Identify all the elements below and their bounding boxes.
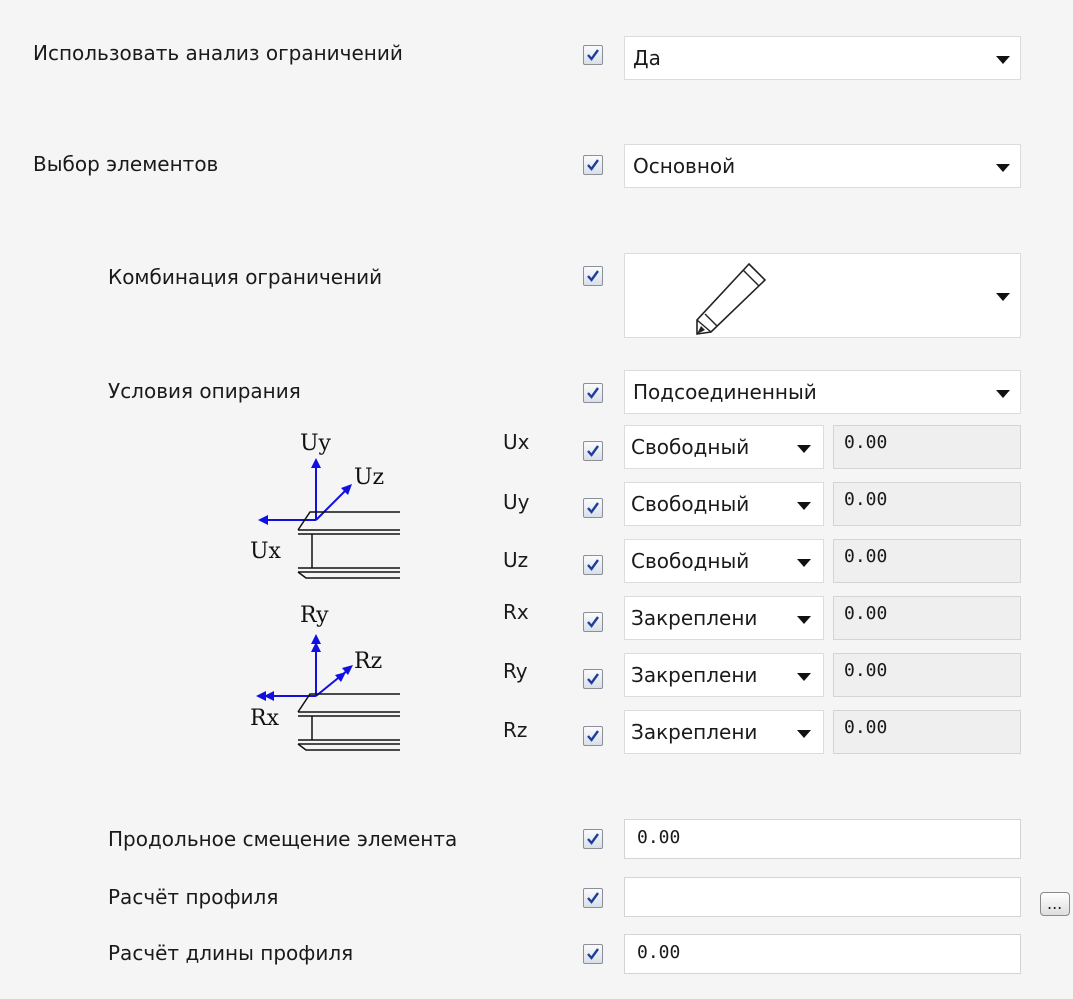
dof-ry-condition-select[interactable]: Закреплени [624,653,824,697]
translation-axes-diagram: Uy Uz Ux [250,431,400,579]
dof-ux-condition-select[interactable]: Свободный [624,425,824,469]
diagram-rx-label: Rx [250,706,280,731]
profile-length-calc-input[interactable]: 0.00 [624,934,1021,974]
chevron-down-icon [797,502,811,510]
dof-ux-checkbox[interactable] [583,441,603,461]
element-selection-dropdown[interactable]: Основной [624,144,1021,188]
check-icon [587,445,599,457]
profile-calc-label: Расчёт профиля [108,885,279,909]
dof-ux-value-text: 0.00 [844,432,888,453]
chevron-down-icon [996,164,1010,172]
dof-uz-value-text: 0.00 [844,546,888,567]
element-selection-checkbox[interactable] [583,155,603,175]
profile-calc-input[interactable] [624,877,1021,917]
dof-rz-label: Rz [503,718,528,742]
check-icon [587,948,599,960]
support-conditions-label: Условия опирания [108,379,301,403]
dof-rx-checkbox[interactable] [583,612,603,632]
chevron-down-icon [797,559,811,567]
longitudinal-offset-checkbox[interactable] [583,829,603,849]
support-conditions-dropdown[interactable]: Подсоединенный [624,370,1021,414]
dof-uz-value: 0.00 [833,539,1021,583]
use-analysis-value: Да [633,46,661,70]
ellipsis-icon: ... [1047,894,1063,913]
chevron-down-icon [797,445,811,453]
dof-uy-checkbox[interactable] [583,498,603,518]
profile-length-calc-value: 0.00 [637,942,681,963]
dof-uz-checkbox[interactable] [583,555,603,575]
use-analysis-dropdown[interactable]: Да [624,36,1021,80]
check-icon [587,49,599,61]
longitudinal-offset-label: Продольное смещение элемента [108,827,458,851]
chevron-down-icon [996,293,1010,301]
diagram-ry-label: Ry [300,603,329,628]
check-icon [587,502,599,514]
dof-ry-checkbox[interactable] [583,669,603,689]
check-icon [587,730,599,742]
support-conditions-checkbox[interactable] [583,383,603,403]
support-conditions-value: Подсоединенный [633,380,817,404]
chevron-down-icon [797,616,811,624]
dof-uy-condition-select[interactable]: Свободный [624,482,824,526]
chevron-down-icon [996,56,1010,64]
check-icon [587,270,599,282]
profile-browse-button[interactable]: ... [1040,892,1070,916]
dof-uy-value: 0.00 [833,482,1021,526]
chevron-down-icon [996,390,1010,398]
longitudinal-offset-value: 0.00 [637,827,681,848]
check-icon [587,159,599,171]
dof-ux-label: Ux [503,430,530,454]
restraint-combination-dropdown[interactable] [624,253,1021,338]
use-analysis-label: Использовать анализ ограничений [33,41,403,65]
diagram-ux-label: Ux [250,539,282,564]
profile-length-calc-label: Расчёт длины профиля [108,941,354,965]
dof-uy-condition: Свободный [631,492,750,516]
dof-uz-condition: Свободный [631,549,750,573]
restraint-combination-checkbox[interactable] [583,266,603,286]
check-icon [587,559,599,571]
dof-rx-value-text: 0.00 [844,603,888,624]
profile-length-calc-checkbox[interactable] [583,944,603,964]
element-selection-value: Основной [633,154,736,178]
longitudinal-offset-input[interactable]: 0.00 [624,819,1021,859]
use-analysis-checkbox[interactable] [583,45,603,65]
check-icon [587,892,599,904]
dof-rz-checkbox[interactable] [583,726,603,746]
pencil-icon [696,262,767,335]
dof-rz-value-text: 0.00 [844,717,888,738]
dof-ry-value-text: 0.00 [844,660,888,681]
dof-ux-condition: Свободный [631,435,750,459]
dof-rx-value: 0.00 [833,596,1021,640]
restraint-combination-label: Комбинация ограничений [108,265,383,289]
rotation-axes-diagram: Ry Rz Rx [250,603,400,751]
dof-uy-value-text: 0.00 [844,489,888,510]
dof-uz-label: Uz [503,548,529,572]
chevron-down-icon [797,730,811,738]
dof-rz-condition-select[interactable]: Закреплени [624,710,824,754]
dof-ux-value: 0.00 [833,425,1021,469]
chevron-down-icon [797,673,811,681]
dof-rx-condition-select[interactable]: Закреплени [624,596,824,640]
check-icon [587,833,599,845]
diagram-rz-label: Rz [354,649,382,674]
check-icon [587,387,599,399]
check-icon [587,673,599,685]
dof-rz-condition: Закреплени [631,720,758,744]
profile-calc-checkbox[interactable] [583,888,603,908]
dof-uy-label: Uy [503,490,530,514]
dof-ry-condition: Закреплени [631,663,758,687]
dof-uz-condition-select[interactable]: Свободный [624,539,824,583]
dof-rz-value: 0.00 [833,710,1021,754]
dof-rx-label: Rx [503,600,529,624]
dof-ry-label: Ry [503,659,528,683]
diagram-uy-label: Uy [300,431,332,456]
dof-rx-condition: Закреплени [631,606,758,630]
dof-ry-value: 0.00 [833,653,1021,697]
element-selection-label: Выбор элементов [33,152,219,176]
diagram-uz-label: Uz [354,465,384,490]
check-icon [587,616,599,628]
